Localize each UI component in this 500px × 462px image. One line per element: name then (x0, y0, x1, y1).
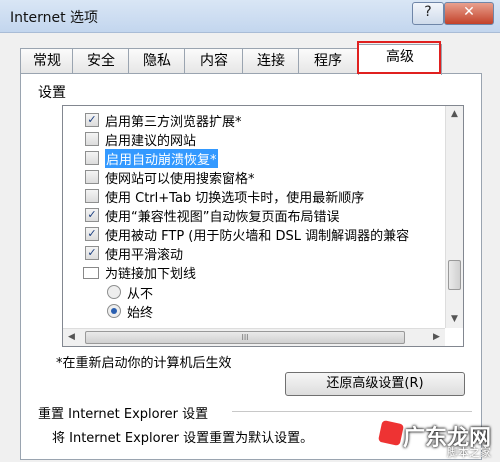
checkbox-label: 启用建议的网站 (105, 134, 197, 149)
group-divider (232, 411, 472, 412)
group-icon (83, 267, 99, 279)
reset-group-label: 重置 Internet Explorer 设置 (38, 407, 209, 422)
tab-programs[interactable]: 程序 (298, 48, 358, 73)
window-title: Internet 选项 (10, 10, 99, 26)
scroll-left-icon[interactable]: ◀ (63, 329, 80, 346)
watermark-logo-icon (377, 419, 405, 447)
settings-section-label: 设置 (38, 85, 66, 101)
reset-description: 将 Internet Explorer 设置重置为默认设置。 (52, 431, 314, 446)
checkbox-ctrl-tab-order[interactable] (85, 189, 99, 203)
horizontal-scroll-thumb[interactable]: III (85, 331, 405, 344)
restore-advanced-settings-button[interactable]: 还原高级设置(R) (285, 372, 465, 396)
scroll-down-icon[interactable]: ▼ (446, 311, 463, 328)
checkbox-label: 使用平滑滚动 (105, 248, 184, 263)
radio-always[interactable] (107, 304, 121, 318)
checkbox-label: 使用 Ctrl+Tab 切换选项卡时，使用最新顺序 (105, 191, 365, 206)
highlight-box (357, 41, 441, 74)
checkbox-search-pane[interactable] (85, 170, 99, 184)
checkbox-passive-ftp[interactable]: ✓ (85, 227, 99, 241)
group-label: 为链接加下划线 (105, 267, 197, 282)
radio-label: 始终 (127, 306, 154, 321)
radio-label: 从不 (127, 287, 154, 302)
checkbox-suggested-sites[interactable] (85, 132, 99, 146)
checkbox-compat-view[interactable]: ✓ (85, 208, 99, 222)
checkbox-third-party-extensions[interactable]: ✓ (85, 113, 99, 127)
checkbox-label-selected: 启用自动崩溃恢复* (105, 149, 218, 168)
radio-dot-icon (111, 308, 117, 314)
checkbox-label: 启用第三方浏览器扩展* (105, 115, 242, 130)
radio-never[interactable] (107, 285, 121, 299)
tab-connections[interactable]: 连接 (242, 48, 300, 73)
title-bar: Internet 选项 ? ✕ (0, 0, 500, 33)
tab-general[interactable]: 常规 (20, 48, 74, 73)
help-button[interactable]: ? (412, 2, 444, 25)
checkbox-smooth-scrolling[interactable]: ✓ (85, 246, 99, 260)
checkbox-label: 使用“兼容性视图”自动恢复页面布局错误 (105, 210, 340, 225)
watermark-subtext: 脚本之家 (447, 446, 491, 459)
vertical-scroll-thumb[interactable] (448, 260, 461, 290)
checkbox-crash-recovery[interactable] (85, 151, 99, 165)
tab-content[interactable]: 内容 (184, 48, 244, 73)
tab-privacy[interactable]: 隐私 (128, 48, 186, 73)
checkbox-label: 使网站可以使用搜索窗格* (105, 172, 255, 187)
watermark: 广东龙网 脚本之家 (377, 419, 495, 459)
horizontal-scrollbar[interactable]: ◀ III ▶ (63, 328, 445, 346)
vertical-scrollbar[interactable]: ▲ ▼ (445, 106, 463, 328)
checkbox-label: 使用被动 FTP (用于防火墙和 DSL 调制解调器的兼容 (105, 229, 410, 244)
tab-security[interactable]: 安全 (72, 48, 130, 73)
scroll-up-icon[interactable]: ▲ (446, 106, 463, 123)
restart-note: *在重新启动你的计算机后生效 (56, 356, 232, 371)
settings-list[interactable]: ✓ 启用第三方浏览器扩展* 启用建议的网站 启用自动崩溃恢复* 使网站可以使用搜… (62, 105, 464, 347)
close-button[interactable]: ✕ (444, 2, 494, 25)
scroll-right-icon[interactable]: ▶ (428, 329, 445, 346)
